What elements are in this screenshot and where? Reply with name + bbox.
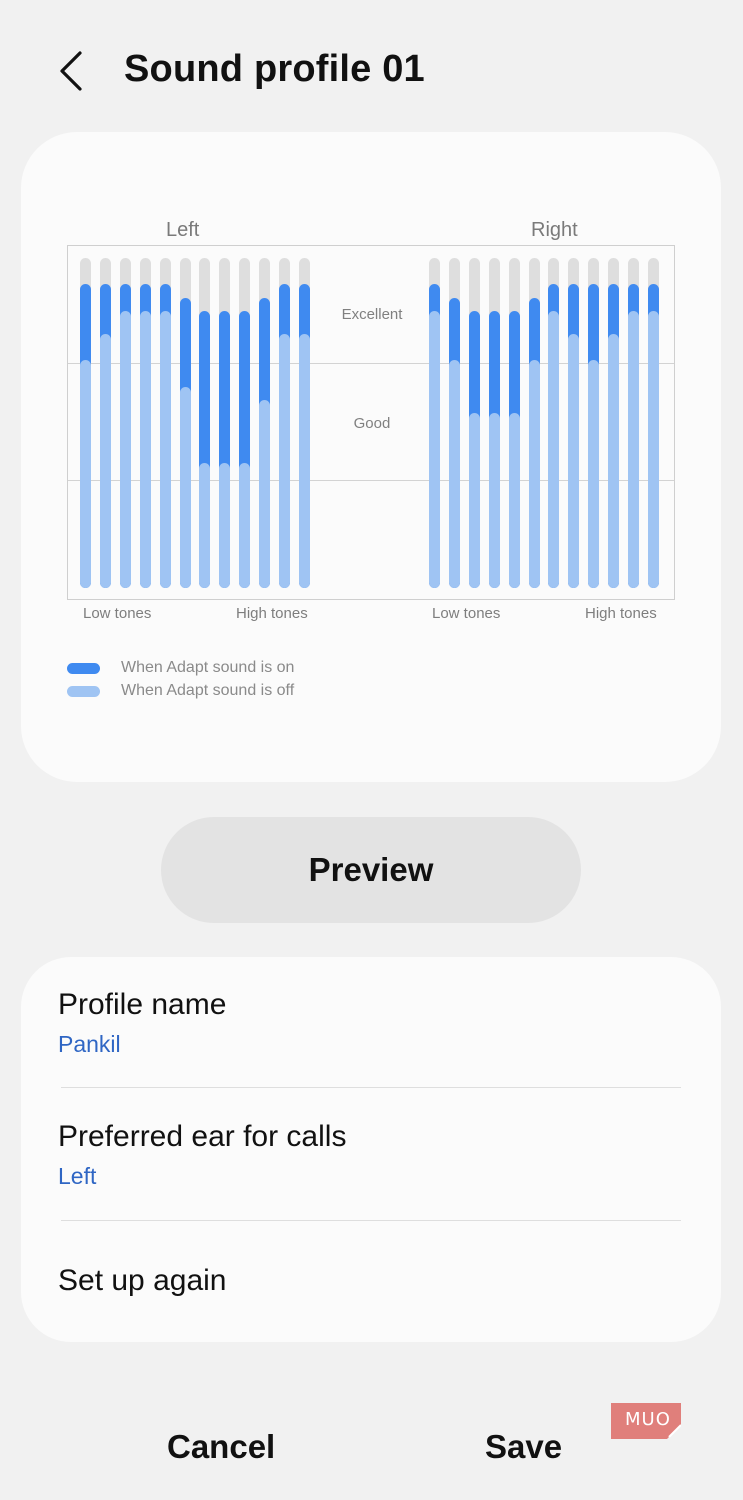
legend-label-on: When Adapt sound is on: [121, 659, 295, 676]
left-high-tones-label: High tones: [236, 605, 308, 622]
right-ear-bars: [429, 258, 665, 588]
right-bar-adapt-off: [588, 360, 599, 588]
setup-again-row[interactable]: Set up again: [21, 1221, 721, 1342]
profile-name-value: Pankil: [58, 1031, 121, 1057]
right-bar-adapt-off: [489, 413, 500, 588]
profile-name-title: Profile name: [58, 988, 227, 1021]
chevron-left-icon: [60, 51, 82, 91]
left-bar-adapt-off: [279, 334, 290, 588]
setup-again-title: Set up again: [58, 1264, 227, 1297]
preview-button[interactable]: Preview: [161, 817, 581, 923]
right-ear-label: Right: [531, 219, 578, 241]
muo-watermark-logo: MUO: [611, 1403, 682, 1439]
right-bar-adapt-off: [469, 413, 480, 588]
left-bar-adapt-off: [120, 311, 131, 588]
chart-plot-area: Excellent Good: [67, 245, 675, 600]
left-bar-adapt-off: [219, 463, 230, 588]
right-bar-adapt-off: [648, 311, 659, 588]
left-bar-adapt-off: [199, 463, 210, 588]
page-title: Sound profile 01: [124, 48, 425, 90]
left-bar-adapt-off: [140, 311, 151, 588]
left-ear-bars: [80, 258, 316, 588]
preferred-ear-title: Preferred ear for calls: [58, 1120, 347, 1153]
save-button[interactable]: Save: [485, 1428, 562, 1466]
left-bar-adapt-off: [80, 360, 91, 588]
right-low-tones-label: Low tones: [432, 605, 501, 622]
right-bar-adapt-off: [529, 360, 540, 588]
right-bar-adapt-off: [429, 311, 440, 588]
legend-swatch-off: [67, 686, 100, 697]
left-ear-label: Left: [166, 219, 200, 241]
cancel-button[interactable]: Cancel: [167, 1428, 275, 1466]
back-button[interactable]: [48, 44, 102, 98]
right-bar-adapt-off: [628, 311, 639, 588]
left-bar-adapt-off: [160, 311, 171, 588]
left-bar-adapt-off: [239, 463, 250, 588]
left-bar-adapt-off: [259, 400, 270, 588]
hearing-chart-card: Left Right Excellent Good Low tones High…: [21, 132, 721, 782]
right-bar-adapt-off: [509, 413, 520, 588]
legend-swatch-on: [67, 663, 100, 674]
band-label-good: Good: [353, 415, 391, 432]
right-bar-adapt-off: [568, 334, 579, 588]
preferred-ear-row[interactable]: Preferred ear for calls Left: [21, 1088, 721, 1220]
right-bar-adapt-off: [608, 334, 619, 588]
profile-settings-card: Profile name Pankil Preferred ear for ca…: [21, 957, 721, 1342]
right-high-tones-label: High tones: [585, 605, 657, 622]
left-bar-adapt-off: [299, 334, 310, 588]
legend-label-off: When Adapt sound is off: [121, 682, 295, 699]
header: Sound profile 01: [0, 0, 743, 140]
right-bar-adapt-off: [548, 311, 559, 588]
watermark-text: MUO: [625, 1409, 671, 1430]
left-bar-adapt-off: [180, 387, 191, 588]
left-bar-adapt-off: [100, 334, 111, 588]
right-bar-adapt-off: [449, 360, 460, 588]
preferred-ear-value: Left: [58, 1163, 97, 1189]
left-low-tones-label: Low tones: [83, 605, 152, 622]
band-label-excellent: Excellent: [341, 306, 403, 323]
profile-name-row[interactable]: Profile name Pankil: [21, 957, 721, 1087]
